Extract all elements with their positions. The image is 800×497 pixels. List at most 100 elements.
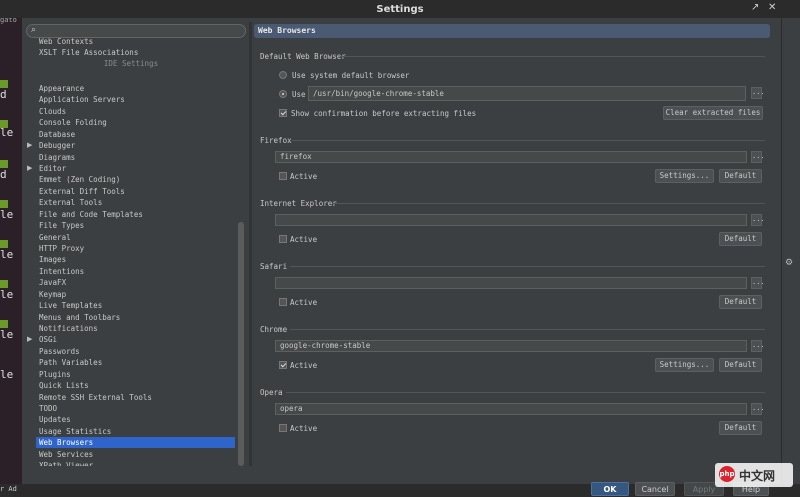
ie-active-label: Active bbox=[290, 235, 318, 244]
opera-path-field[interactable]: opera bbox=[275, 403, 747, 415]
safari-path-field[interactable] bbox=[275, 277, 747, 289]
tree-item[interactable]: Clouds bbox=[39, 106, 66, 117]
ie-active-checkbox[interactable] bbox=[279, 235, 287, 243]
tree-item[interactable]: Updates bbox=[39, 414, 71, 425]
tree-item[interactable]: File and Code Templates bbox=[39, 209, 143, 220]
expand-arrow-icon[interactable]: ▶ bbox=[27, 335, 32, 343]
opera-active-checkbox[interactable] bbox=[279, 424, 287, 432]
system-default-radio[interactable] bbox=[279, 71, 287, 79]
safari-browse-button[interactable]: ... bbox=[751, 277, 765, 289]
tree-item[interactable]: XPath Viewer bbox=[39, 460, 93, 466]
browser-section-title: Firefox bbox=[260, 136, 292, 145]
maximize-icon[interactable]: ↗ bbox=[751, 2, 759, 13]
chrome-path-field[interactable]: google-chrome-stable bbox=[275, 340, 747, 352]
panel-splitter[interactable] bbox=[249, 22, 252, 466]
tree-item[interactable]: Database bbox=[39, 129, 75, 140]
use-browser-radio[interactable] bbox=[279, 90, 287, 98]
tree-item[interactable]: Web Browsers bbox=[36, 437, 235, 448]
background-text: le bbox=[0, 328, 14, 341]
tree-item[interactable]: External Tools bbox=[39, 197, 102, 208]
safari-default-button[interactable]: Default bbox=[719, 295, 762, 309]
tree-item[interactable]: External Diff Tools bbox=[39, 186, 125, 197]
safari-active-label: Active bbox=[290, 298, 318, 307]
ie-path-field[interactable] bbox=[275, 214, 747, 226]
tree-item[interactable]: Emmet (Zen Coding) bbox=[39, 174, 120, 185]
tree-item[interactable]: XSLT File Associations bbox=[39, 47, 138, 58]
ie-default-button[interactable]: Default bbox=[719, 232, 762, 246]
tree-item[interactable]: Console Folding bbox=[39, 117, 107, 128]
tree-item[interactable]: Images bbox=[39, 254, 66, 265]
chrome-settings-button[interactable]: Settings... bbox=[655, 358, 714, 372]
ok-button[interactable]: OK bbox=[591, 482, 629, 496]
tree-item[interactable]: Usage Statistics bbox=[39, 426, 111, 437]
tree-item[interactable]: Debugger bbox=[39, 140, 75, 151]
tree-item[interactable]: OSGi bbox=[39, 334, 57, 345]
close-icon[interactable]: ✕ bbox=[768, 2, 776, 13]
tree-item[interactable]: Menus and Toolbars bbox=[39, 312, 120, 323]
firefox-settings-button[interactable]: Settings... bbox=[655, 169, 714, 183]
watermark: php 中文网 bbox=[715, 463, 793, 487]
panel-header: Web Browsers bbox=[254, 24, 770, 38]
background-text: le bbox=[0, 208, 14, 221]
background-text: d bbox=[0, 88, 7, 101]
firefox-path-field[interactable]: firefox bbox=[275, 151, 747, 163]
tree-item[interactable]: Quick Lists bbox=[39, 380, 89, 391]
browse-button[interactable]: ... bbox=[751, 87, 765, 99]
tree-scrollbar[interactable] bbox=[238, 222, 244, 466]
firefox-default-button[interactable]: Default bbox=[719, 169, 762, 183]
confirm-extract-label: Show confirmation before extracting file… bbox=[291, 109, 477, 118]
firefox-active-checkbox[interactable] bbox=[279, 172, 287, 180]
background-tab-fragment: gato bbox=[0, 18, 17, 24]
tree-item[interactable]: Diagrams bbox=[39, 152, 75, 163]
chrome-active-checkbox[interactable] bbox=[279, 361, 287, 369]
title-bar: Settings ↗ ✕ bbox=[0, 0, 800, 18]
background-text: le bbox=[0, 126, 14, 139]
cancel-button[interactable]: Cancel bbox=[635, 482, 675, 496]
tree-item[interactable]: Keymap bbox=[39, 289, 66, 300]
tree-item[interactable]: Intentions bbox=[39, 266, 84, 277]
firefox-browse-button[interactable]: ... bbox=[751, 151, 765, 163]
tree-item[interactable]: General bbox=[39, 232, 71, 243]
watermark-text: 中文网 bbox=[739, 469, 776, 483]
chrome-default-button[interactable]: Default bbox=[719, 358, 762, 372]
safari-active-checkbox[interactable] bbox=[279, 298, 287, 306]
settings-tree[interactable]: Web Contexts XSLT File Associations IDE … bbox=[24, 36, 238, 466]
default-browser-path-field[interactable]: /usr/bin/google-chrome-stable bbox=[308, 86, 746, 101]
tree-item[interactable]: Plugins bbox=[39, 369, 71, 380]
ie-browse-button[interactable]: ... bbox=[751, 214, 765, 226]
clear-extracted-files-button[interactable]: Clear extracted files bbox=[663, 106, 763, 120]
tree-item[interactable]: JavaFX bbox=[39, 277, 66, 288]
background-status-text: r Ad bbox=[0, 485, 17, 493]
tree-item[interactable]: TODO bbox=[39, 403, 57, 414]
section-divider bbox=[286, 392, 765, 393]
bottom-bar bbox=[0, 484, 800, 497]
chrome-browse-button[interactable]: ... bbox=[751, 340, 765, 352]
tree-item[interactable]: Passwords bbox=[39, 346, 80, 357]
firefox-active-label: Active bbox=[290, 172, 318, 181]
tree-section-header: IDE Settings bbox=[103, 59, 159, 68]
tree-item[interactable]: Remote SSH External Tools bbox=[39, 392, 152, 403]
confirm-extract-checkbox[interactable] bbox=[279, 109, 287, 117]
expand-arrow-icon[interactable]: ▶ bbox=[27, 141, 32, 149]
section-divider bbox=[290, 329, 765, 330]
browser-section-title: Chrome bbox=[260, 325, 288, 334]
tree-item[interactable]: File Types bbox=[39, 220, 84, 231]
tree-item[interactable]: Web Contexts bbox=[39, 36, 93, 47]
tree-item[interactable]: Application Servers bbox=[39, 94, 125, 105]
opera-active-label: Active bbox=[290, 424, 318, 433]
gutter-marker bbox=[0, 280, 8, 288]
opera-browse-button[interactable]: ... bbox=[751, 403, 765, 415]
default-browser-section-title: Default Web Browser bbox=[260, 52, 346, 61]
tree-item[interactable]: Notifications bbox=[39, 323, 98, 334]
tree-item[interactable]: Appearance bbox=[39, 83, 84, 94]
opera-default-button[interactable]: Default bbox=[719, 421, 762, 435]
expand-arrow-icon[interactable]: ▶ bbox=[27, 164, 32, 172]
tree-item[interactable]: Path Variables bbox=[39, 357, 102, 368]
use-browser-label: Use bbox=[292, 90, 306, 99]
tree-item[interactable]: Web Services bbox=[39, 449, 93, 460]
settings-tree-panel: ⌕ Web Contexts XSLT File Associations ID… bbox=[24, 22, 248, 466]
tree-item[interactable]: Editor bbox=[39, 163, 66, 174]
tree-item[interactable]: HTTP Proxy bbox=[39, 243, 84, 254]
gutter-marker bbox=[0, 320, 8, 328]
tree-item[interactable]: Live Templates bbox=[39, 300, 102, 311]
